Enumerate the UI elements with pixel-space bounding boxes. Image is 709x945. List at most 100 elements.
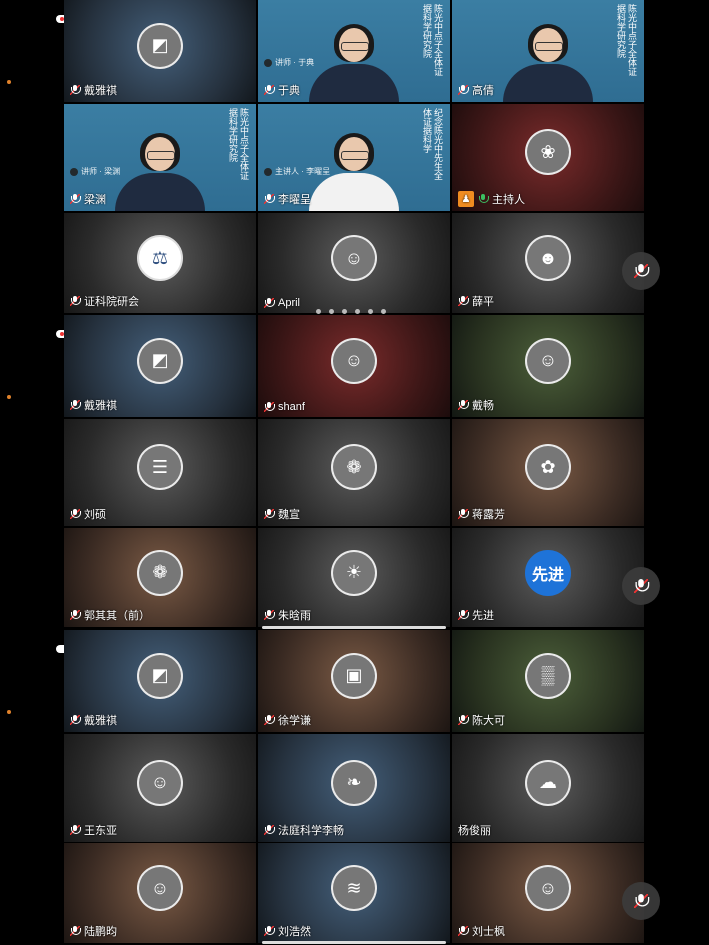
participant-tile[interactable]: 陈光中点子全体证据科学研究院 讲师 · 于典 于典 [258, 0, 450, 102]
mic-muted-icon [458, 509, 469, 519]
side-indicator-dot [7, 395, 11, 399]
person-icon: ☺ [331, 337, 377, 384]
person-icon: ☺ [137, 759, 183, 806]
participant-name: 陈大可 [472, 715, 505, 727]
participant-name: 证科院研会 [84, 296, 139, 308]
mute-toggle-button[interactable] [622, 882, 660, 920]
participant-tile[interactable]: 先进 先进 [452, 528, 644, 627]
participant-name-label: April [264, 297, 300, 309]
sunset-icon: ☀ [331, 549, 377, 596]
speaker-tag-label: 讲师 · 梁渊 [81, 167, 121, 176]
participant-tile[interactable]: ≋ 刘浩然 [258, 843, 450, 943]
participant-tile[interactable]: ☺ 陆鹏昀 [64, 843, 256, 943]
mic-muted-icon [264, 298, 275, 308]
mic-muted-icon [70, 825, 81, 835]
participant-name: 法庭科学李畅 [278, 825, 344, 837]
glasses-icon [147, 151, 175, 160]
participant-avatar: 先进 [525, 549, 571, 596]
participant-tile[interactable]: ☺ 王东亚 [64, 734, 256, 842]
mic-muted-icon [458, 715, 469, 725]
participant-name: 蒋露芳 [472, 509, 505, 521]
mic-muted-icon [70, 926, 81, 936]
page-dot[interactable] [329, 309, 334, 314]
participant-tile[interactable]: ✿ 蒋露芳 [452, 419, 644, 526]
participant-video [115, 133, 205, 211]
participant-tile[interactable]: 纪念陈光中先生全体证据科学 主讲人 · 李曜呈 李曜呈 [258, 104, 450, 211]
participant-name: 朱晗雨 [278, 610, 311, 622]
participant-tile[interactable]: 陈光中点子全体证据科学研究院 讲师 · 梁渊 梁渊 [64, 104, 256, 211]
participant-tile[interactable]: ☰ 刘硕 [64, 419, 256, 526]
field-icon: ▒ [525, 652, 571, 699]
participant-name: 郭其其（前） [84, 610, 150, 622]
participant-name: April [278, 297, 301, 309]
participant-name-label: 蒋露芳 [458, 506, 505, 522]
participant-tile[interactable]: ⚖ 证科院研会 [64, 213, 256, 313]
mic-muted-icon [458, 610, 469, 620]
participant-name: 薛平 [472, 296, 494, 308]
participant-tile[interactable]: 陈光中点子全体证据科学研究院高倩 [452, 0, 644, 102]
participant-name-label: 戴雅祺 [70, 712, 117, 728]
participant-name: 刘士枫 [472, 926, 505, 938]
page-dot[interactable] [316, 309, 321, 314]
participant-name: 王东亚 [84, 825, 117, 837]
participant-name-label: 戴雅祺 [70, 82, 117, 98]
mic-muted-icon [70, 194, 81, 204]
mic-muted-icon [458, 926, 469, 936]
speaker-tag: 讲师 · 于典 [264, 57, 314, 68]
speaker-tag-icon [70, 167, 78, 176]
page-dot[interactable] [381, 309, 386, 314]
mute-toggle-button[interactable] [622, 567, 660, 605]
participant-name-label: 魏宣 [264, 506, 300, 522]
meeting-screen: 录制中◩戴雅祺☺shanf☺戴畅☰刘硕❁魏宣✿蒋露芳❁郭其其（前）☀朱晗雨先进先… [0, 315, 709, 630]
scroll-indicator [262, 626, 446, 629]
mic-muted-icon [70, 400, 81, 410]
mic-muted-icon [264, 402, 275, 412]
participant-tile[interactable]: ◩ 戴雅祺 [64, 0, 256, 102]
participant-tile[interactable]: ◩ 戴雅祺 [64, 315, 256, 417]
participant-tile[interactable]: ❁ 郭其其（前） [64, 528, 256, 627]
page-dot[interactable] [342, 309, 347, 314]
participant-tile[interactable]: ❧ 法庭科学李畅 [258, 734, 450, 842]
participant-name-label: 陈大可 [458, 712, 505, 728]
participant-tile[interactable]: ☻ 薛平 [452, 213, 644, 313]
page-indicator[interactable] [316, 309, 386, 314]
participant-tile[interactable]: ❁ 魏宣 [258, 419, 450, 526]
participant-tile[interactable]: ☁ 杨俊丽 [452, 734, 644, 842]
video-person-body [309, 64, 399, 102]
mic-muted-icon [458, 400, 469, 410]
participant-tile[interactable]: ☺ 戴畅 [452, 315, 644, 417]
person-icon: ☺ [525, 337, 571, 384]
participant-name: 于典 [278, 85, 300, 97]
mute-toggle-button[interactable] [622, 252, 660, 290]
video-person-head [334, 133, 374, 171]
mic-muted-icon [70, 610, 81, 620]
mic-muted-icon [70, 85, 81, 95]
mic-muted-icon [264, 610, 275, 620]
page-dot[interactable] [355, 309, 360, 314]
chart-icon: ◩ [137, 652, 183, 699]
participant-tile[interactable]: ☺ shanf [258, 315, 450, 417]
participant-name: 高倩 [472, 85, 494, 97]
participant-tile[interactable]: ▒ 陈大可 [452, 630, 644, 732]
participant-tile[interactable]: ❀ ♟ 主持人 [452, 104, 644, 211]
video-person-head [334, 24, 374, 62]
participant-tile[interactable]: ▣ 徐学谦 [258, 630, 450, 732]
person-icon: ☺ [331, 235, 377, 281]
participant-name-label: 刘士枫 [458, 923, 505, 939]
lake-icon: ≋ [331, 865, 377, 911]
participant-tile[interactable]: ☀ 朱晗雨 [258, 528, 450, 627]
participant-tile[interactable]: ☺ April [258, 213, 450, 313]
cat-icon: ❧ [331, 759, 377, 806]
participant-name: 刘硕 [84, 509, 106, 521]
page-dot[interactable] [368, 309, 373, 314]
side-indicator-dot [7, 80, 11, 84]
glasses-icon [341, 151, 369, 160]
participant-tile[interactable]: ☺ 刘士枫 [452, 843, 644, 943]
meeting-screen: 录制中◩戴雅祺▣徐学谦▒陈大可☺王东亚❧法庭科学李畅☁杨俊丽☺陆鹏昀≋刘浩然☺刘… [0, 630, 709, 945]
mic-muted-icon [634, 264, 650, 278]
backdrop-banner-text: 纪念陈光中先生全体证据科学 [421, 108, 442, 180]
participant-name: 杨俊丽 [458, 825, 491, 837]
backdrop-banner-text: 陈光中点子全体证据科学研究院 [615, 4, 636, 76]
participant-tile[interactable]: ◩ 戴雅祺 [64, 630, 256, 732]
scroll-indicator [262, 941, 446, 944]
